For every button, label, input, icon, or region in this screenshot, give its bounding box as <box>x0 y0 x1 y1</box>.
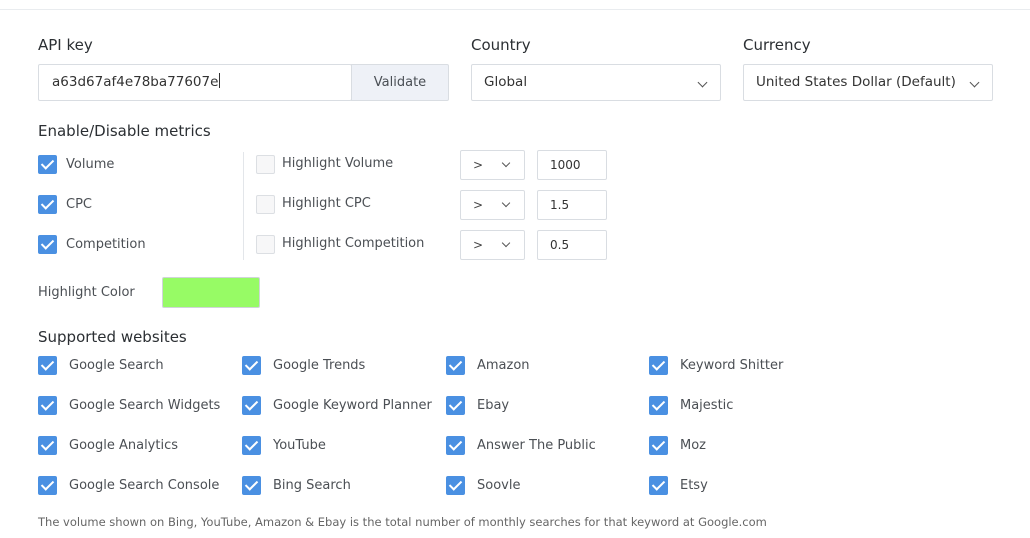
metric-checkbox[interactable] <box>38 155 57 174</box>
website-label: Google Keyword Planner <box>273 398 432 413</box>
metrics-divider <box>243 152 244 260</box>
top-divider <box>0 0 1030 10</box>
website-label: Etsy <box>680 478 708 493</box>
api-key-value: a63d67af4e78ba77607e <box>52 74 219 90</box>
footer-note: The volume shown on Bing, YouTube, Amazo… <box>38 515 767 529</box>
website-label: Majestic <box>680 398 734 413</box>
threshold-input[interactable]: 1000 <box>537 150 607 180</box>
highlight-label: Highlight Competition <box>282 236 425 251</box>
highlight-label: Highlight CPC <box>282 196 371 211</box>
text-caret <box>219 73 221 88</box>
website-checkbox[interactable] <box>242 356 261 375</box>
website-checkbox[interactable] <box>446 476 465 495</box>
chevron-down-icon <box>501 198 511 208</box>
country-selected: Global <box>484 74 528 90</box>
website-checkbox[interactable] <box>649 356 668 375</box>
website-checkbox[interactable] <box>242 476 261 495</box>
website-checkbox[interactable] <box>38 476 57 495</box>
operator-select[interactable]: > <box>460 150 525 180</box>
threshold-value: 0.5 <box>550 238 570 252</box>
websites-title: Supported websites <box>38 328 187 346</box>
website-checkbox[interactable] <box>649 476 668 495</box>
metric-label: CPC <box>66 197 92 212</box>
website-label: Soovle <box>477 478 521 493</box>
api-key-input[interactable]: a63d67af4e78ba77607e <box>38 64 352 101</box>
website-checkbox[interactable] <box>38 356 57 375</box>
website-label: Google Search Widgets <box>69 398 221 413</box>
website-checkbox[interactable] <box>446 436 465 455</box>
highlight-color-swatch[interactable] <box>162 277 260 308</box>
chevron-down-icon <box>501 158 511 168</box>
metric-checkbox[interactable] <box>38 235 57 254</box>
threshold-value: 1.5 <box>550 198 570 212</box>
website-label: Moz <box>680 438 706 453</box>
country-select[interactable]: Global <box>471 64 721 101</box>
chevron-down-icon <box>501 238 511 248</box>
website-checkbox[interactable] <box>649 396 668 415</box>
operator-select[interactable]: > <box>460 230 525 260</box>
highlight-label: Highlight Volume <box>282 156 394 171</box>
website-label: Amazon <box>477 358 530 373</box>
website-label: Google Search <box>69 358 164 373</box>
threshold-input[interactable]: 0.5 <box>537 230 607 260</box>
website-label: Google Analytics <box>69 438 179 453</box>
metric-label: Competition <box>66 237 146 252</box>
website-checkbox[interactable] <box>242 436 261 455</box>
threshold-input[interactable]: 1.5 <box>537 190 607 220</box>
highlight-checkbox[interactable] <box>256 235 275 254</box>
country-title: Country <box>471 36 531 54</box>
website-checkbox[interactable] <box>38 436 57 455</box>
website-checkbox[interactable] <box>446 356 465 375</box>
highlight-checkbox[interactable] <box>256 155 275 174</box>
website-label: Bing Search <box>273 478 351 493</box>
operator-value: > <box>473 238 484 252</box>
chevron-down-icon <box>969 77 980 88</box>
metric-label: Volume <box>66 157 115 172</box>
currency-title: Currency <box>743 36 811 54</box>
chevron-down-icon <box>697 77 708 88</box>
website-checkbox[interactable] <box>242 396 261 415</box>
website-label: Keyword Shitter <box>680 358 784 373</box>
currency-selected: United States Dollar (Default) <box>756 74 956 90</box>
highlight-checkbox[interactable] <box>256 195 275 214</box>
website-label: Ebay <box>477 398 510 413</box>
api-key-title: API key <box>38 36 93 54</box>
currency-select[interactable]: United States Dollar (Default) <box>743 64 993 101</box>
website-checkbox[interactable] <box>38 396 57 415</box>
operator-value: > <box>473 158 484 172</box>
validate-button[interactable]: Validate <box>351 64 449 101</box>
website-label: Answer The Public <box>477 438 596 453</box>
website-label: Google Trends <box>273 358 366 373</box>
threshold-value: 1000 <box>550 158 581 172</box>
website-label: Google Search Console <box>69 478 220 493</box>
metric-checkbox[interactable] <box>38 195 57 214</box>
operator-value: > <box>473 198 484 212</box>
operator-select[interactable]: > <box>460 190 525 220</box>
website-checkbox[interactable] <box>649 436 668 455</box>
website-label: YouTube <box>273 438 326 453</box>
highlight-color-label: Highlight Color <box>38 285 135 300</box>
metrics-title: Enable/Disable metrics <box>38 122 211 140</box>
website-checkbox[interactable] <box>446 396 465 415</box>
